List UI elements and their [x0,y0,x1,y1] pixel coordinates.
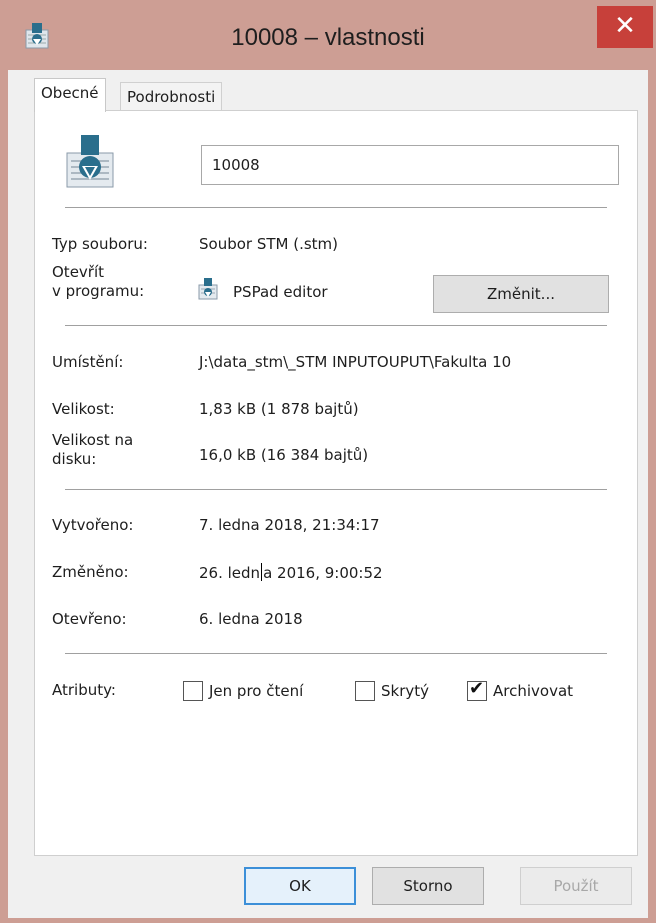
readonly-label[interactable]: Jen pro čtení [209,682,303,701]
location-label: Umístění: [52,353,124,371]
tab-general[interactable]: Obecné [34,78,106,112]
size-value: 1,83 kB (1 878 bajtů) [199,400,359,418]
checkmark-icon: ✔ [469,678,485,699]
size-on-disk-label-line1: Velikost na [52,431,134,449]
dialog-client-area: Podrobnosti Obecné 10008 Typ souboru: So… [8,70,648,918]
location-value: J:\data_stm\_STM INPUTOUPUT\Fakulta 10 [199,353,512,371]
modified-value[interactable]: 26. ledn a 2016, 9:00:52 [199,563,383,583]
cancel-button[interactable]: Storno [372,867,484,905]
separator [65,207,607,208]
window-title: 10008 – vlastnosti [231,24,425,51]
file-name-input[interactable]: 10008 [201,145,619,185]
text-cursor [261,563,263,581]
attributes-label: Atributy: [52,681,116,699]
properties-window: 10008 – vlastnosti ✕ Podrobnosti Obecné [0,0,656,923]
hidden-label[interactable]: Skrytý [381,682,429,701]
tab-general-label: Obecné [41,84,99,102]
general-tab-panel: 10008 Typ souboru: Soubor STM (.stm) Ote… [34,110,638,856]
modified-value-part2: a 2016, 9:00:52 [263,564,383,582]
hidden-checkbox[interactable] [355,681,375,701]
accessed-value: 6. ledna 2018 [199,610,303,628]
readonly-checkbox[interactable] [183,681,203,701]
size-on-disk-value: 16,0 kB (16 384 bajtů) [199,446,369,464]
tab-details[interactable]: Podrobnosti [120,82,223,112]
pspad-icon [198,278,218,300]
created-label: Vytvořeno: [52,516,134,534]
opens-with-value: PSPad editor [233,283,328,301]
separator [65,653,607,654]
separator [65,489,607,490]
opens-with-label: Otevřít v programu: [52,263,144,301]
close-button[interactable]: ✕ [597,6,653,48]
size-label: Velikost: [52,400,115,418]
archive-label[interactable]: Archivovat [493,682,573,701]
file-type-icon [66,135,114,188]
separator [65,325,607,326]
modified-value-part1: 26. ledn [199,564,261,582]
tab-details-label: Podrobnosti [127,88,216,106]
archive-checkbox[interactable]: ✔ [467,678,487,701]
modified-label: Změněno: [52,563,129,581]
change-button[interactable]: Změnit... [433,275,609,313]
title-bar[interactable]: 10008 – vlastnosti ✕ [0,0,656,70]
created-value: 7. ledna 2018, 21:34:17 [199,516,380,534]
close-icon: ✕ [614,11,636,41]
ok-button[interactable]: OK [244,867,356,905]
opens-with-label-line2: v programu: [52,282,145,300]
file-type-label: Typ souboru: [52,235,148,253]
accessed-label: Otevřeno: [52,610,127,628]
file-type-value: Soubor STM (.stm) [199,235,339,253]
opens-with-label-line1: Otevřít [52,263,105,281]
size-on-disk-label: Velikost na disku: [52,431,133,469]
apply-button[interactable]: Použít [520,867,632,905]
size-on-disk-label-line2: disku: [52,450,97,468]
